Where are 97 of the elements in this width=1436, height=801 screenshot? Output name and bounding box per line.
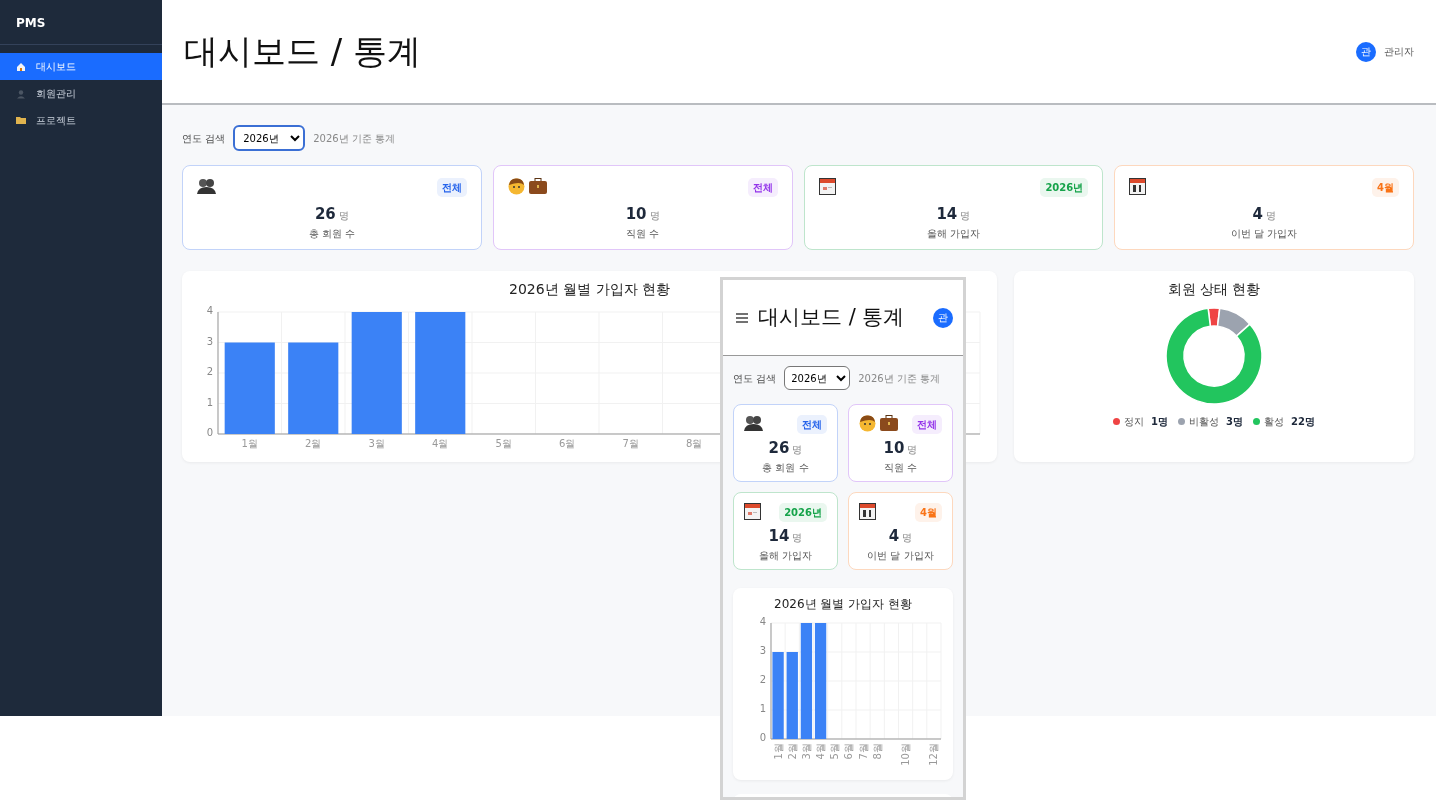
face-icon [507, 178, 525, 195]
filter-note: 2026년 기준 통계 [858, 371, 940, 386]
axis-tick-label: 3월 [368, 437, 385, 449]
year-select[interactable]: 2026년 [233, 125, 306, 151]
badge-label: 4월 [915, 503, 942, 522]
axis-tick-label: 0 [759, 732, 766, 744]
unit-label: 명 [907, 444, 918, 455]
legend-count: 1명 [1151, 414, 1169, 429]
axis-tick-label: 6월 [559, 437, 576, 449]
sidebar-item[interactable]: 프로젝트 [0, 107, 162, 134]
briefcase-icon [528, 178, 547, 195]
stat-value: 26 [314, 205, 336, 223]
axis-tick-label: 7월 [622, 437, 639, 449]
stat-value: 10 [625, 205, 647, 223]
axis-tick-label: 0 [206, 426, 213, 438]
axis-tick-label: 1월 [241, 437, 258, 449]
axis-tick-label: 5월 [829, 743, 841, 760]
legend-count: 3명 [1226, 414, 1243, 429]
axis-tick-label: 4월 [432, 437, 449, 449]
calendar-icon [859, 503, 876, 520]
unit-label: 명 [338, 210, 349, 221]
people-icon [744, 415, 763, 431]
chart-title: 2026년 월별 가입자 현황 [508, 281, 671, 298]
axis-tick-label: 5월 [495, 437, 512, 449]
unit-label: 명 [792, 444, 803, 455]
stat-label: 직원 수 [882, 461, 919, 475]
legend-label: 활성 [1264, 414, 1284, 429]
axis-tick-label: 1월 [772, 743, 784, 760]
axis-tick-label: 4 [759, 616, 766, 628]
calendar-icon [818, 178, 836, 195]
axis-tick-label: 3 [206, 335, 213, 347]
sidebar-item[interactable]: 대시보드 [0, 53, 162, 80]
person-icon [16, 88, 26, 99]
badge-label: 2026년 [1040, 178, 1089, 197]
stat-value: 10 [883, 439, 905, 457]
stat-label: 총 회원 수 [761, 461, 810, 475]
stat-label: 이번 달 가입자 [1229, 227, 1299, 241]
legend-count: 22명 [1291, 414, 1315, 429]
filter-note: 2026년 기준 통계 [313, 131, 395, 146]
axis-tick-label: 1 [759, 703, 766, 715]
folder-icon [16, 116, 26, 125]
stat-label: 올해 가입자 [757, 549, 814, 563]
menu-icon[interactable] [736, 312, 748, 323]
page-title: 대시보드 / 통계 [758, 304, 906, 331]
chart-title: 회원 상태 현황 [1166, 281, 1262, 298]
house-icon [16, 61, 26, 72]
axis-tick-label: 3 [759, 645, 766, 657]
axis-tick-label: 4 [206, 304, 213, 316]
axis-tick-label: 6월 [843, 743, 855, 760]
axis-tick-label: 2월 [305, 437, 322, 449]
legend-label: 비활성 [1189, 414, 1220, 429]
face-icon [859, 415, 876, 432]
badge-label: 전체 [797, 415, 827, 434]
badge-label: 전체 [912, 415, 942, 434]
filter-label: 연도 검색 [733, 371, 777, 386]
user-name: 관리자 [1384, 45, 1414, 59]
unit-label: 명 [902, 532, 913, 543]
axis-tick-label: 2 [759, 674, 766, 686]
page-title: 대시보드 / 통계 [184, 31, 422, 72]
calendar-icon [1129, 178, 1147, 195]
badge-label: 전체 [436, 178, 467, 197]
unit-label: 명 [792, 532, 803, 543]
people-icon [197, 178, 216, 194]
sidebar-item[interactable]: 회원관리 [0, 80, 162, 107]
axis-tick-label: 8월 [686, 437, 703, 449]
legend-label: 정지 [1124, 414, 1145, 429]
stat-label: 직원 수 [625, 227, 661, 241]
stat-value: 26 [768, 439, 790, 457]
unit-label: 명 [1265, 210, 1276, 221]
badge-label: 2026년 [779, 503, 827, 522]
axis-tick-label: 4월 [815, 743, 827, 760]
axis-tick-label: 2 [206, 365, 213, 377]
briefcase-icon [880, 415, 898, 432]
axis-tick-label: 12월 [928, 743, 940, 767]
badge-label: 전체 [747, 178, 778, 197]
axis-tick-label: 7월 [857, 743, 869, 760]
badge-label: 4월 [1372, 178, 1399, 197]
chart-title: 2026년 월별 가입자 현황 [773, 597, 913, 612]
unit-label: 명 [960, 210, 971, 221]
axis-tick-label: 2월 [786, 743, 798, 760]
axis-tick-label: 10월 [900, 743, 912, 767]
stat-value: 14 [936, 205, 958, 223]
unit-label: 명 [649, 210, 660, 221]
axis-tick-label: 8월 [871, 743, 883, 760]
stat-label: 이번 달 가입자 [866, 549, 935, 563]
user-avatar[interactable]: 관 [1356, 41, 1376, 62]
stat-value: 14 [768, 527, 790, 545]
stat-label: 총 회원 수 [307, 227, 357, 241]
user-avatar[interactable]: 관 [933, 307, 953, 328]
year-select[interactable]: 2026년 [784, 366, 851, 390]
stat-value: 4 [1252, 205, 1263, 223]
axis-tick-label: 3월 [800, 743, 812, 760]
stat-value: 4 [888, 527, 900, 545]
filter-label: 연도 검색 [182, 131, 226, 146]
stat-label: 올해 가입자 [925, 227, 981, 241]
calendar-icon [744, 503, 761, 520]
axis-tick-label: 1 [206, 396, 213, 408]
